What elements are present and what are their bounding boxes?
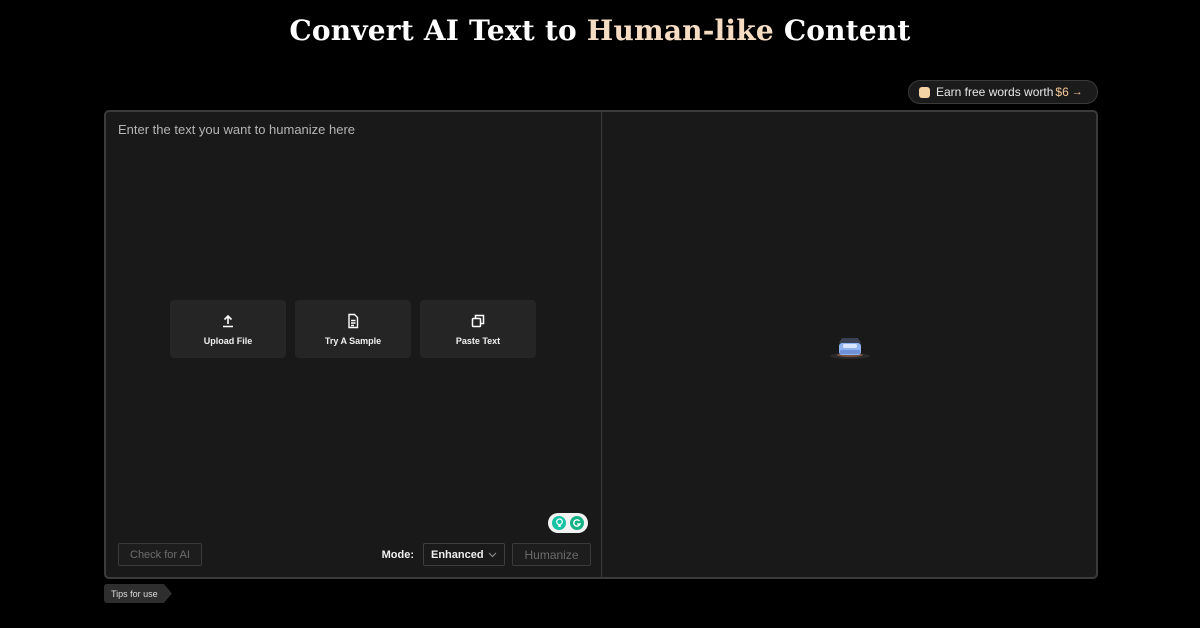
mode-label: Mode:: [381, 548, 414, 561]
mode-value: Enhanced: [431, 548, 484, 561]
output-pane: [602, 112, 1096, 577]
humanize-button[interactable]: Humanize: [512, 543, 591, 566]
lightbulb-icon: [552, 516, 566, 530]
arrow-right-icon: →: [1071, 86, 1083, 98]
mode-select[interactable]: Enhanced: [423, 543, 505, 566]
page-title: Convert AI Text to Human-like Content: [0, 14, 1200, 47]
loader-icon: [830, 338, 870, 359]
grammarly-widget[interactable]: [548, 513, 588, 533]
earn-text: Earn free words worth: [936, 85, 1054, 99]
upload-icon: [223, 314, 233, 327]
editor-toolbar: Check for AI Mode: Enhanced Humanize: [118, 543, 591, 566]
try-sample-label: Try A Sample: [324, 335, 382, 346]
check-for-ai-button[interactable]: Check for AI: [118, 543, 202, 566]
gift-icon: [919, 86, 930, 98]
title-part-1: Convert AI Text to: [289, 14, 577, 47]
title-accent: Human-like: [586, 14, 774, 47]
paste-text-button[interactable]: Paste Text: [420, 300, 536, 358]
tips-for-use-tab[interactable]: Tips for use: [104, 584, 172, 603]
upload-file-button[interactable]: Upload File: [170, 300, 286, 358]
chevron-down-icon: [488, 550, 497, 560]
humanizer-editor: Upload File Try A Sample Paste Text: [104, 110, 1098, 579]
input-pane: Upload File Try A Sample Paste Text: [106, 112, 602, 577]
upload-file-label: Upload File: [203, 335, 253, 346]
title-part-2: Content: [783, 14, 911, 47]
earn-amount: $6: [1055, 85, 1069, 99]
document-icon: [348, 313, 359, 328]
grammarly-icon: [570, 516, 584, 530]
copy-icon: [471, 314, 485, 327]
try-sample-button[interactable]: Try A Sample: [295, 300, 411, 358]
earn-free-words-button[interactable]: Earn free words worth $6 →: [908, 80, 1098, 104]
paste-text-label: Paste Text: [455, 335, 501, 346]
input-actions: Upload File Try A Sample Paste Text: [170, 300, 536, 358]
